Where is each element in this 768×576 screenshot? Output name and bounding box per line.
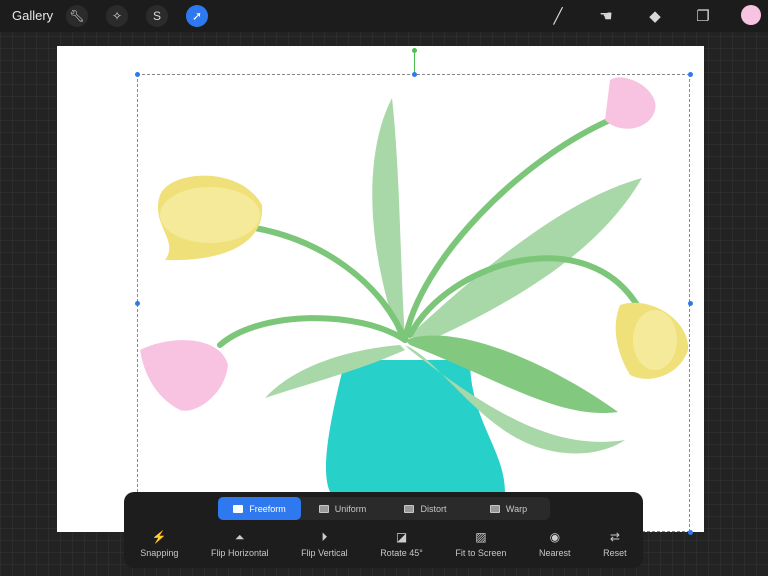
rotate-45-button[interactable]: ◪ Rotate 45° [380, 530, 423, 558]
freeform-icon [233, 504, 244, 513]
fit-to-screen-icon: ▨ [475, 530, 487, 544]
reset-button[interactable]: ⇄ Reset [603, 530, 627, 558]
gallery-button[interactable]: Gallery [12, 8, 53, 23]
flip-horizontal-button[interactable]: ⏶ Flip Horizontal [211, 530, 269, 558]
corner-handle[interactable] [688, 530, 693, 535]
mode-distort[interactable]: Distort [384, 497, 467, 520]
interpolation-icon: ◉ [549, 530, 561, 544]
rotation-handle-line [414, 50, 415, 74]
fit-to-screen-button[interactable]: ▨ Fit to Screen [455, 530, 506, 558]
nearest-button[interactable]: ◉ Nearest [539, 530, 571, 558]
warp-icon [489, 504, 500, 513]
edge-handle[interactable] [688, 301, 693, 306]
edge-handle[interactable] [412, 72, 417, 77]
magic-wand-icon[interactable]: ✧ [106, 5, 128, 27]
mode-uniform[interactable]: Uniform [301, 497, 384, 520]
flip-vertical-icon: ⏵ [321, 530, 328, 544]
selection-icon[interactable]: S [146, 5, 168, 27]
layers-icon[interactable]: ❐ [692, 5, 714, 27]
reset-icon: ⇄ [609, 530, 620, 544]
transform-icon[interactable]: ➚ [186, 5, 208, 27]
corner-handle[interactable] [688, 72, 693, 77]
color-swatch[interactable] [741, 5, 761, 25]
flip-horizontal-icon: ⏶ [234, 530, 245, 544]
transform-actions: ⚡ Snapping ⏶ Flip Horizontal ⏵ Flip Vertica… [124, 530, 643, 558]
rotate-icon: ◪ [395, 530, 408, 544]
snapping-button[interactable]: ⚡ Snapping [140, 530, 178, 558]
top-toolbar: Gallery 🔧︎ ✧ S ➚ ╱ ☚ ◆ ❐ [0, 0, 768, 32]
distort-icon [404, 504, 415, 513]
transform-mode-selector: Freeform Uniform Distort Warp [218, 497, 550, 520]
rotation-handle[interactable] [412, 48, 417, 53]
brush-icon[interactable]: ╱ [547, 5, 569, 27]
uniform-icon [318, 504, 329, 513]
wrench-icon[interactable]: 🔧︎ [66, 5, 88, 27]
flip-vertical-button[interactable]: ⏵ Flip Vertical [301, 530, 348, 558]
mode-warp[interactable]: Warp [467, 497, 550, 520]
eraser-icon[interactable]: ◆ [644, 5, 666, 27]
mode-freeform[interactable]: Freeform [218, 497, 301, 520]
corner-handle[interactable] [135, 72, 140, 77]
smudge-icon[interactable]: ☚ [595, 5, 617, 27]
selection-bounding-box [137, 74, 690, 532]
edge-handle[interactable] [135, 301, 140, 306]
snapping-icon: ⚡ [151, 530, 167, 544]
